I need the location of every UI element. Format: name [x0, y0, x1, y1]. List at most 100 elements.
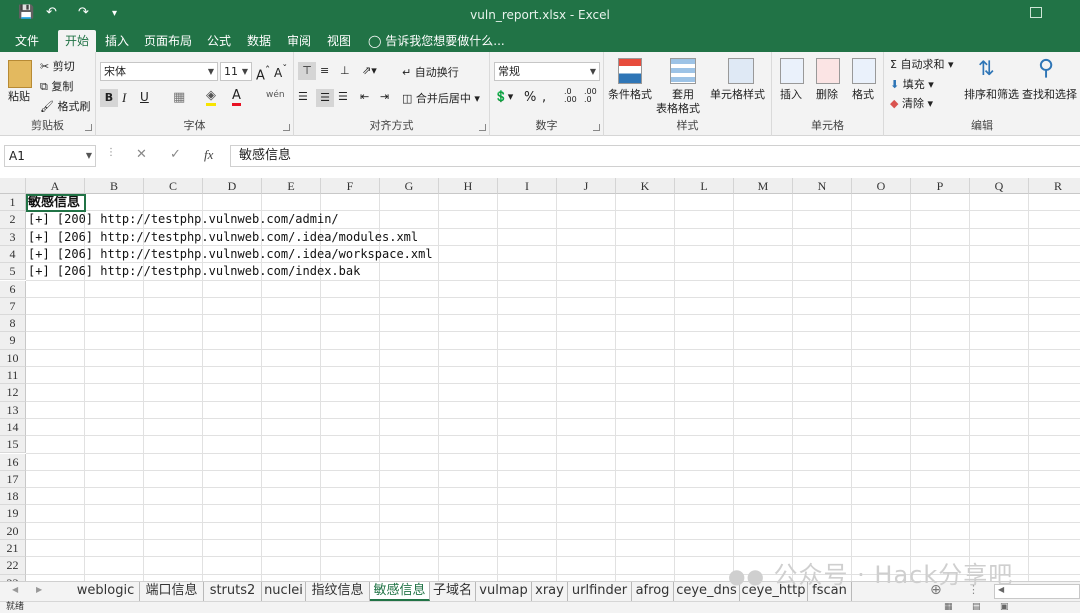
sheet-tab[interactable]: xray — [532, 582, 568, 601]
tab-file[interactable]: 文件 — [8, 30, 46, 52]
row-header[interactable]: 9 — [0, 332, 26, 350]
row-header[interactable]: 21 — [0, 540, 26, 558]
row-header[interactable]: 14 — [0, 418, 26, 437]
align-top-icon[interactable]: ⊤ — [298, 62, 316, 80]
row-header[interactable]: 6 — [0, 280, 26, 298]
tab-insert[interactable]: 插入 — [100, 30, 134, 52]
name-box[interactable]: A1 ▼ — [4, 145, 96, 167]
alignment-launcher-icon[interactable] — [479, 124, 486, 131]
align-left-icon[interactable]: ☰ — [298, 90, 308, 103]
format-cells-button[interactable]: 格式 — [852, 86, 874, 102]
row-header[interactable]: 2 — [0, 211, 26, 229]
orientation-icon[interactable]: ⇗▾ — [362, 64, 377, 77]
sheet-tab[interactable]: 敏感信息 — [370, 582, 430, 601]
font-launcher-icon[interactable] — [283, 124, 290, 131]
formula-input[interactable]: 敏感信息 — [230, 145, 1080, 167]
cell-a5[interactable]: [+] [206] http://testphp.vulnweb.com/ind… — [28, 263, 360, 280]
column-header[interactable]: C — [144, 178, 203, 194]
row-header[interactable]: 17 — [0, 470, 26, 489]
cut-button[interactable]: ✂ 剪切 — [40, 58, 75, 74]
decrease-decimal-icon[interactable]: .00.0 — [584, 88, 597, 104]
sheet-tab[interactable]: afrog — [632, 582, 674, 601]
column-header[interactable]: I — [498, 178, 557, 194]
tab-home[interactable]: 开始 — [58, 30, 96, 52]
fill-button[interactable]: ⬇ 填充 ▾ — [890, 76, 934, 92]
format-painter-button[interactable]: 🖌 格式刷 — [40, 98, 90, 114]
normal-view-icon[interactable]: ▦ — [944, 602, 953, 613]
column-header[interactable]: E — [262, 178, 321, 194]
column-header[interactable]: Q — [970, 178, 1029, 194]
row-header[interactable]: 18 — [0, 488, 26, 506]
column-header[interactable]: H — [439, 178, 498, 194]
row-header[interactable]: 12 — [0, 384, 26, 402]
page-break-view-icon[interactable]: ▣ — [1000, 602, 1009, 613]
ribbon-display-options-icon[interactable] — [1030, 7, 1042, 18]
sheet-tab[interactable]: vulmap — [476, 582, 532, 601]
sheet-tab[interactable]: struts2 — [204, 582, 262, 601]
column-header[interactable]: B — [85, 178, 144, 194]
row-header[interactable]: 1 — [0, 194, 26, 212]
cell-a4[interactable]: [+] [206] http://testphp.vulnweb.com/.id… — [28, 246, 433, 263]
clear-button[interactable]: ◆ 清除 ▾ — [890, 95, 933, 111]
cell-styles-button[interactable]: 单元格样式 — [710, 86, 765, 102]
font-name-select[interactable]: 宋体 ▼ — [100, 62, 218, 81]
cell-a2[interactable]: [+] [200] http://testphp.vulnweb.com/adm… — [28, 211, 339, 228]
tab-data[interactable]: 数据 — [242, 30, 276, 52]
italic-button[interactable]: I — [122, 90, 126, 106]
row-header[interactable]: 16 — [0, 453, 26, 471]
font-color-icon[interactable]: A — [232, 88, 241, 106]
sheet-tab[interactable]: 子域名 — [430, 582, 476, 601]
sheet-tab[interactable]: 指纹信息 — [306, 582, 370, 601]
tab-review[interactable]: 审阅 — [282, 30, 316, 52]
underline-button[interactable]: U — [140, 90, 149, 104]
row-header[interactable]: 8 — [0, 315, 26, 333]
column-header[interactable]: K — [616, 178, 675, 194]
row-header[interactable]: 22 — [0, 557, 26, 575]
row-header[interactable]: 5 — [0, 263, 26, 281]
column-header[interactable]: G — [380, 178, 439, 194]
align-middle-icon[interactable]: ≡ — [320, 64, 329, 77]
comma-icon[interactable]: , — [542, 90, 546, 105]
scroll-right-icon[interactable]: ▶ — [36, 585, 42, 594]
percent-icon[interactable]: % — [524, 90, 536, 105]
increase-font-icon[interactable]: Aˆ — [256, 64, 270, 83]
number-format-select[interactable]: 常规 ▼ — [494, 62, 600, 81]
scroll-left-icon[interactable]: ◀ — [12, 585, 18, 594]
column-header[interactable]: D — [203, 178, 262, 194]
cell-a3[interactable]: [+] [206] http://testphp.vulnweb.com/.id… — [28, 229, 418, 246]
row-header[interactable]: 15 — [0, 436, 26, 454]
worksheet-grid[interactable]: A B C D E F G H I J K L M N O P Q R 1 2 3 4 5 6 7 8 9 10 11 12 13 14 15 1… — [0, 178, 1080, 581]
merge-center-button[interactable]: ◫ 合并后居中 ▾ — [402, 90, 480, 106]
insert-cells-button[interactable]: 插入 — [780, 86, 802, 102]
sort-filter-button[interactable]: 排序和筛选 — [964, 86, 1019, 102]
increase-indent-icon[interactable]: ⇥ — [380, 90, 389, 103]
fill-color-icon[interactable]: ◈ — [206, 88, 216, 106]
borders-icon[interactable]: ▦ — [173, 90, 185, 105]
conditional-format-button[interactable]: 条件格式 — [608, 86, 652, 102]
column-header[interactable]: L — [675, 178, 734, 194]
sheet-tab[interactable]: urlfinder — [568, 582, 632, 601]
cancel-icon[interactable]: ✕ — [136, 147, 147, 162]
bold-button[interactable]: B — [100, 89, 118, 107]
number-launcher-icon[interactable] — [593, 124, 600, 131]
insert-function-icon[interactable]: fx — [204, 147, 213, 163]
tab-view[interactable]: 视图 — [322, 30, 356, 52]
row-header[interactable]: 10 — [0, 349, 26, 367]
enter-icon[interactable]: ✓ — [170, 147, 181, 162]
column-header[interactable]: A — [26, 178, 85, 194]
row-header[interactable]: 3 — [0, 228, 26, 246]
copy-button[interactable]: ⧉ 复制 — [40, 78, 73, 94]
column-header[interactable]: M — [734, 178, 793, 194]
wrap-text-button[interactable]: ↵ 自动换行 — [402, 64, 459, 80]
phonetic-icon[interactable]: wén — [266, 90, 285, 100]
row-header[interactable]: 13 — [0, 401, 26, 419]
sheet-tab[interactable]: nuclei — [262, 582, 306, 601]
row-header[interactable]: 4 — [0, 245, 26, 264]
sheet-tab[interactable]: weblogic — [72, 582, 140, 601]
paste-icon[interactable] — [8, 60, 32, 88]
paste-button[interactable]: 粘贴 — [8, 88, 30, 104]
select-all-corner[interactable] — [0, 178, 26, 194]
column-header[interactable]: P — [911, 178, 970, 194]
currency-icon[interactable]: 💲▾ — [494, 90, 513, 103]
row-header[interactable]: 7 — [0, 297, 26, 316]
